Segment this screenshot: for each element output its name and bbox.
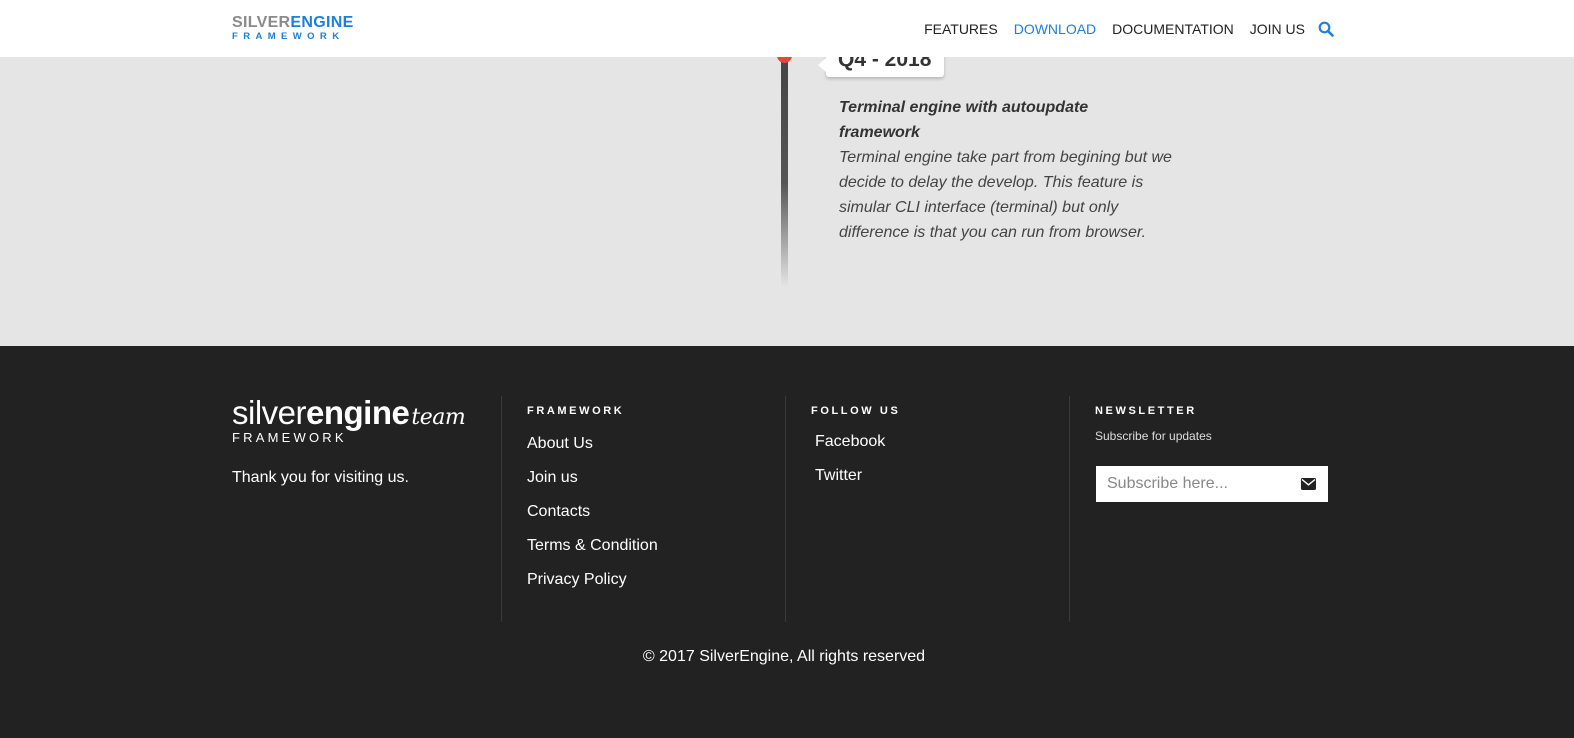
footer-link-twitter[interactable]: Twitter (815, 467, 862, 485)
footer-link-join-us[interactable]: Join us (527, 469, 578, 487)
footer-divider (501, 396, 502, 622)
timeline-entry-title: Terminal engine with autoupdate framewor… (839, 99, 1089, 141)
footer-logo-silver: silver (232, 394, 307, 431)
footer-link-about-us[interactable]: About Us (527, 435, 593, 453)
newsletter-email-input[interactable] (1096, 466, 1292, 502)
framework-heading: FRAMEWORK (527, 405, 625, 417)
footer-divider (1069, 396, 1070, 622)
footer-logo-team: team (411, 405, 466, 430)
newsletter-submit-button[interactable] (1288, 466, 1328, 502)
search-icon[interactable] (1318, 21, 1334, 37)
footer-logo: silverengineteam FRAMEWORK (232, 394, 466, 444)
logo-silver-text: SILVER (232, 14, 291, 31)
footer-link-facebook[interactable]: Facebook (815, 433, 885, 451)
nav-features[interactable]: FEATURES (924, 21, 998, 37)
nav-join-us[interactable]: JOIN US (1250, 21, 1305, 37)
timeline-line (781, 57, 788, 287)
footer-link-contacts[interactable]: Contacts (527, 503, 590, 521)
footer-divider (785, 396, 786, 622)
newsletter-form (1096, 466, 1328, 502)
footer-link-privacy[interactable]: Privacy Policy (527, 571, 627, 589)
nav-download[interactable]: DOWNLOAD (1014, 21, 1096, 37)
footer-thanks-text: Thank you for visiting us. (232, 469, 409, 486)
logo-wordmark: SILVERENGINE (232, 14, 354, 31)
site-logo[interactable]: SILVERENGINE FRAMEWORK (232, 14, 354, 42)
main-nav: FEATURES DOWNLOAD DOCUMENTATION JOIN US (908, 0, 1334, 57)
newsletter-heading: NEWSLETTER (1095, 405, 1197, 417)
timeline-entry-text: Terminal engine take part from begining … (839, 149, 1172, 241)
follow-us-heading: FOLLOW US (811, 405, 901, 417)
footer-logo-wordmark: silverengineteam (232, 394, 466, 434)
logo-subtitle: FRAMEWORK (232, 31, 345, 42)
top-navbar: SILVERENGINE FRAMEWORK FEATURES DOWNLOAD… (0, 0, 1574, 57)
footer-logo-engine: engine (306, 394, 410, 431)
envelope-icon (1300, 478, 1316, 490)
newsletter-subtitle: Subscribe for updates (1095, 429, 1212, 443)
logo-engine-text: ENGINE (290, 14, 354, 31)
copyright-text: © 2017 SilverEngine, All rights reserved (642, 648, 926, 665)
nav-documentation[interactable]: DOCUMENTATION (1112, 21, 1234, 37)
footer-link-terms[interactable]: Terms & Condition (527, 537, 658, 555)
